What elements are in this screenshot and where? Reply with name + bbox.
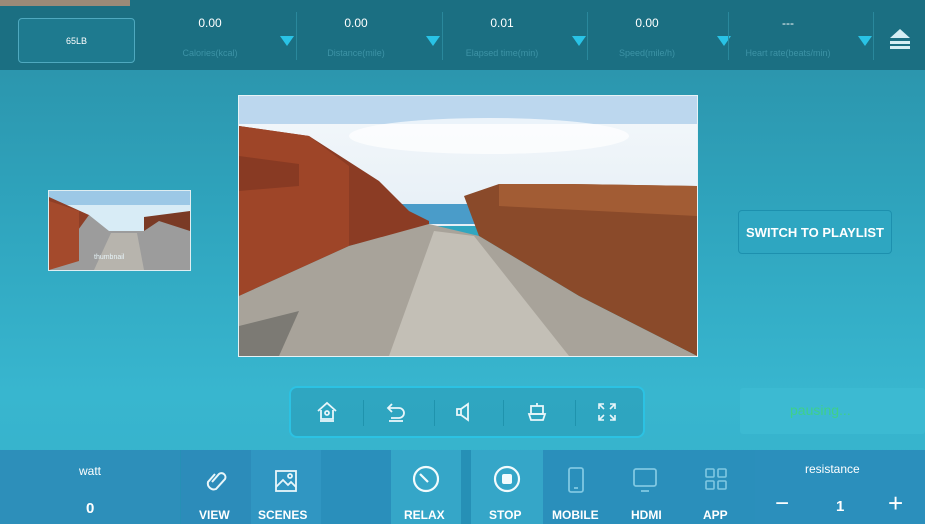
stat-speed[interactable]: 0.00 Speed(mile/h) [587, 10, 737, 68]
mobile-label: MOBILE [552, 508, 599, 522]
divider [503, 400, 504, 426]
speed-value: 0.00 [635, 16, 659, 30]
watt-panel: watt 0 [0, 450, 180, 524]
scene-thumbnail[interactable]: thumbnail [48, 190, 191, 271]
stat-heart-rate[interactable]: --- Heart rate(beats/min) [728, 10, 878, 68]
weight-display[interactable]: 65LB [18, 18, 135, 63]
calories-value: 0.00 [198, 16, 222, 30]
phone-icon [568, 467, 584, 493]
back-icon[interactable] [378, 394, 414, 430]
scene-video[interactable] [238, 95, 698, 357]
toolbar-spacer [321, 450, 391, 524]
relax-button[interactable]: RELAX [391, 450, 461, 524]
stat-distance[interactable]: 0.00 Distance(mile) [296, 10, 446, 68]
hdmi-button[interactable]: HDMI [609, 450, 681, 524]
stop-label: STOP [489, 508, 522, 522]
calories-label: Calories(kcal) [182, 48, 238, 58]
fullscreen-icon[interactable] [589, 394, 625, 430]
paperclip-icon [206, 472, 227, 491]
apps-grid-icon [705, 468, 727, 490]
switch-to-playlist-button[interactable]: SWITCH TO PLAYLIST [738, 210, 892, 254]
elapsed-time-value: 0.01 [490, 16, 514, 30]
resistance-decrease-button[interactable]: − [775, 490, 789, 518]
distance-label: Distance(mile) [327, 48, 385, 58]
speed-label: Speed(mile/h) [618, 48, 676, 58]
watt-label: watt [79, 464, 102, 478]
chevron-down-icon[interactable] [572, 36, 586, 46]
cast-icon[interactable] [519, 394, 555, 430]
image-icon [275, 470, 297, 492]
status-text: pausing... [790, 402, 851, 418]
great-wall-scene-image [239, 96, 697, 356]
divider [873, 12, 874, 60]
scenes-label: SCENES [258, 508, 308, 522]
elapsed-time-label: Elapsed time(min) [465, 48, 539, 58]
stop-icon [493, 465, 521, 493]
eject-menu-icon[interactable] [885, 24, 915, 54]
stat-calories[interactable]: 0.00 Calories(kcal) [150, 10, 300, 68]
video-controls [289, 386, 645, 438]
view-button[interactable]: VIEW [181, 450, 251, 524]
divider [575, 400, 576, 426]
mobile-button[interactable]: MOBILE [543, 450, 609, 524]
divider [434, 400, 435, 426]
app-button[interactable]: APP [681, 450, 755, 524]
home-icon[interactable] [309, 394, 345, 430]
chevron-down-icon[interactable] [280, 36, 294, 46]
monitor-icon [633, 468, 657, 492]
distance-value: 0.00 [344, 16, 368, 30]
stat-elapsed-time[interactable]: 0.01 Elapsed time(min) [442, 10, 592, 68]
scenes-button[interactable]: SCENES [251, 450, 321, 524]
stats-bar: 65LB 0.00 Calories(kcal) 0.00 Distance(m… [0, 0, 925, 70]
view-label: VIEW [199, 508, 230, 522]
watt-value: 0 [86, 500, 95, 517]
resistance-increase-button[interactable]: + [888, 488, 903, 519]
heart-rate-label: Heart rate(beats/min) [745, 48, 831, 58]
divider [363, 400, 364, 426]
heart-rate-value: --- [782, 16, 794, 30]
resistance-value: 1 [836, 498, 845, 515]
hdmi-label: HDMI [631, 508, 662, 522]
thumbnail-caption: thumbnail [94, 254, 125, 261]
stop-button[interactable]: STOP [471, 450, 543, 524]
chevron-down-icon[interactable] [858, 36, 872, 46]
app-label: APP [703, 508, 728, 522]
resistance-label: resistance [805, 462, 860, 476]
weight-value: 65LB [65, 35, 88, 46]
volume-icon[interactable] [447, 394, 483, 430]
relax-label: RELAX [404, 508, 445, 522]
bottom-toolbar: watt 0 VIEW SCENES RELAX STOP MOBILE HDM… [0, 450, 925, 524]
resistance-panel: resistance − 1 + [755, 450, 925, 524]
eject-icon [890, 29, 910, 49]
chevron-down-icon[interactable] [426, 36, 440, 46]
gauge-icon [412, 465, 440, 493]
playback-status: pausing... [740, 388, 925, 434]
